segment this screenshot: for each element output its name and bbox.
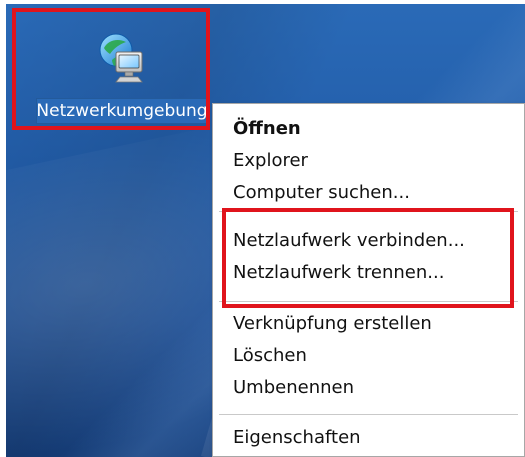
context-menu-item-map-network-drive[interactable]: Netzlaufwerk verbinden... <box>233 230 465 251</box>
context-menu-item-search-computer[interactable]: Computer suchen... <box>233 182 410 203</box>
context-menu-item-explorer[interactable]: Explorer <box>233 150 308 171</box>
context-menu-separator <box>219 301 518 302</box>
context-menu: Öffnen Explorer Computer suchen... Netzl… <box>212 103 525 457</box>
desktop-icon-network-neighborhood[interactable]: Netzwerkumgebung <box>28 20 214 130</box>
context-menu-item-disconnect-network-drive[interactable]: Netzlaufwerk trennen... <box>233 262 444 283</box>
context-menu-item-open[interactable]: Öffnen <box>233 118 301 139</box>
context-menu-item-delete[interactable]: Löschen <box>233 345 307 366</box>
context-menu-separator <box>219 211 518 212</box>
context-menu-item-properties[interactable]: Eigenschaften <box>233 427 361 448</box>
context-menu-item-create-shortcut[interactable]: Verknüpfung erstellen <box>233 313 432 334</box>
context-menu-item-rename[interactable]: Umbenennen <box>233 377 354 398</box>
network-neighborhood-icon <box>94 30 150 86</box>
context-menu-separator <box>219 414 518 415</box>
desktop-icon-label: Netzwerkumgebung <box>36 98 208 124</box>
